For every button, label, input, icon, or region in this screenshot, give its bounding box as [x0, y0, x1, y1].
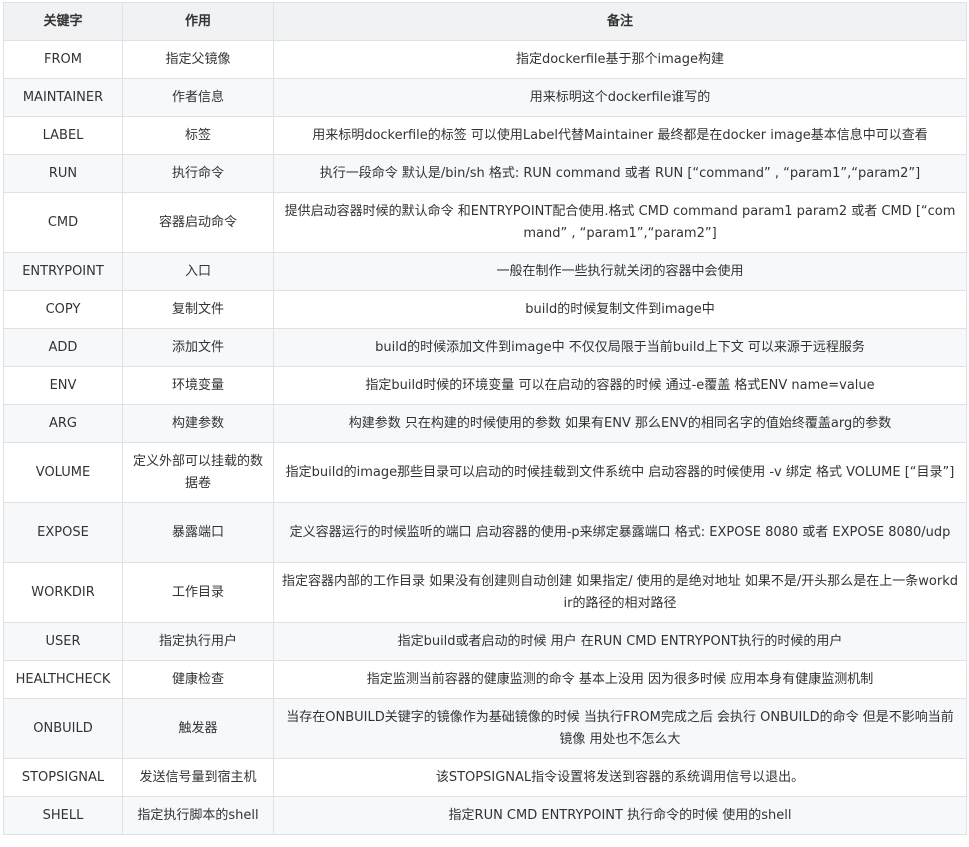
- cell-purpose: 暴露端口: [122, 502, 274, 563]
- cell-note: 定义容器运行的时候监听的端口 启动容器的使用-p来绑定暴露端口 格式: EXPO…: [273, 502, 967, 563]
- cell-keyword: CMD: [3, 192, 123, 253]
- cell-note: 用来标明dockerfile的标签 可以使用Label代替Maintainer …: [273, 116, 967, 155]
- cell-keyword: ENTRYPOINT: [3, 252, 123, 291]
- cell-purpose: 作者信息: [122, 78, 274, 117]
- cell-purpose: 发送信号量到宿主机: [122, 758, 274, 797]
- cell-keyword: SHELL: [3, 796, 123, 835]
- table-row: ENV 环境变量 指定build时候的环境变量 可以在启动的容器的时候 通过-e…: [3, 366, 967, 405]
- cell-purpose: 工作目录: [122, 562, 274, 623]
- cell-purpose: 环境变量: [122, 366, 274, 405]
- cell-note: 指定build时候的环境变量 可以在启动的容器的时候 通过-e覆盖 格式ENV …: [273, 366, 967, 405]
- table-row: HEALTHCHECK 健康检查 指定监测当前容器的健康监测的命令 基本上没用 …: [3, 660, 967, 699]
- table-row: MAINTAINER 作者信息 用来标明这个dockerfile谁写的: [3, 78, 967, 117]
- table-row: ONBUILD 触发器 当存在ONBUILD关键字的镜像作为基础镜像的时候 当执…: [3, 698, 967, 759]
- cell-note: 构建参数 只在构建的时候使用的参数 如果有ENV 那么ENV的相同名字的值始终覆…: [273, 404, 967, 443]
- cell-keyword: COPY: [3, 290, 123, 329]
- dockerfile-keyword-table: 关键字 作用 备注 FROM 指定父镜像 指定dockerfile基于那个ima…: [3, 2, 967, 835]
- cell-note: 该STOPSIGNAL指令设置将发送到容器的系统调用信号以退出。: [273, 758, 967, 797]
- cell-note: 执行一段命令 默认是/bin/sh 格式: RUN command 或者 RUN…: [273, 154, 967, 193]
- cell-keyword: MAINTAINER: [3, 78, 123, 117]
- table-row: WORKDIR 工作目录 指定容器内部的工作目录 如果没有创建则自动创建 如果指…: [3, 562, 967, 623]
- table-row: SHELL 指定执行脚本的shell 指定RUN CMD ENTRYPOINT …: [3, 796, 967, 835]
- cell-note: 指定dockerfile基于那个image构建: [273, 40, 967, 79]
- cell-note: 指定build或者启动的时候 用户 在RUN CMD ENTRYPONT执行的时…: [273, 622, 967, 661]
- cell-keyword: HEALTHCHECK: [3, 660, 123, 699]
- cell-note: 指定RUN CMD ENTRYPOINT 执行命令的时候 使用的shell: [273, 796, 967, 835]
- table-row: CMD 容器启动命令 提供启动容器时候的默认命令 和ENTRYPOINT配合使用…: [3, 192, 967, 253]
- cell-purpose: 健康检查: [122, 660, 274, 699]
- cell-keyword: USER: [3, 622, 123, 661]
- cell-note: 指定监测当前容器的健康监测的命令 基本上没用 因为很多时候 应用本身有健康监测机…: [273, 660, 967, 699]
- cell-note: 提供启动容器时候的默认命令 和ENTRYPOINT配合使用.格式 CMD com…: [273, 192, 967, 253]
- cell-keyword: LABEL: [3, 116, 123, 155]
- header-note: 备注: [273, 2, 967, 41]
- cell-purpose: 构建参数: [122, 404, 274, 443]
- cell-keyword: ADD: [3, 328, 123, 367]
- cell-purpose: 容器启动命令: [122, 192, 274, 253]
- cell-purpose: 触发器: [122, 698, 274, 759]
- table-row: EXPOSE 暴露端口 定义容器运行的时候监听的端口 启动容器的使用-p来绑定暴…: [3, 502, 967, 563]
- table-row: ARG 构建参数 构建参数 只在构建的时候使用的参数 如果有ENV 那么ENV的…: [3, 404, 967, 443]
- cell-note: 当存在ONBUILD关键字的镜像作为基础镜像的时候 当执行FROM完成之后 会执…: [273, 698, 967, 759]
- cell-purpose: 指定执行用户: [122, 622, 274, 661]
- cell-keyword: ENV: [3, 366, 123, 405]
- header-purpose: 作用: [122, 2, 274, 41]
- cell-keyword: STOPSIGNAL: [3, 758, 123, 797]
- cell-keyword: ONBUILD: [3, 698, 123, 759]
- table-row: ADD 添加文件 build的时候添加文件到image中 不仅仅局限于当前bui…: [3, 328, 967, 367]
- cell-note: 用来标明这个dockerfile谁写的: [273, 78, 967, 117]
- cell-purpose: 添加文件: [122, 328, 274, 367]
- cell-purpose: 定义外部可以挂载的数据卷: [122, 442, 274, 503]
- cell-purpose: 指定执行脚本的shell: [122, 796, 274, 835]
- table-row: LABEL 标签 用来标明dockerfile的标签 可以使用Label代替Ma…: [3, 116, 967, 155]
- cell-note: build的时候添加文件到image中 不仅仅局限于当前build上下文 可以来…: [273, 328, 967, 367]
- table-row: ENTRYPOINT 入口 一般在制作一些执行就关闭的容器中会使用: [3, 252, 967, 291]
- cell-purpose: 复制文件: [122, 290, 274, 329]
- cell-keyword: ARG: [3, 404, 123, 443]
- cell-note: 指定容器内部的工作目录 如果没有创建则自动创建 如果指定/ 使用的是绝对地址 如…: [273, 562, 967, 623]
- table-row: RUN 执行命令 执行一段命令 默认是/bin/sh 格式: RUN comma…: [3, 154, 967, 193]
- cell-keyword: EXPOSE: [3, 502, 123, 563]
- cell-keyword: RUN: [3, 154, 123, 193]
- cell-keyword: FROM: [3, 40, 123, 79]
- table-row: USER 指定执行用户 指定build或者启动的时候 用户 在RUN CMD E…: [3, 622, 967, 661]
- table-header-row: 关键字 作用 备注: [3, 2, 967, 41]
- cell-note: 一般在制作一些执行就关闭的容器中会使用: [273, 252, 967, 291]
- cell-keyword: VOLUME: [3, 442, 123, 503]
- header-keyword: 关键字: [3, 2, 123, 41]
- cell-purpose: 执行命令: [122, 154, 274, 193]
- cell-purpose: 指定父镜像: [122, 40, 274, 79]
- table-row: COPY 复制文件 build的时候复制文件到image中: [3, 290, 967, 329]
- cell-note: 指定build的image那些目录可以启动的时候挂载到文件系统中 启动容器的时候…: [273, 442, 967, 503]
- table-row: FROM 指定父镜像 指定dockerfile基于那个image构建: [3, 40, 967, 79]
- cell-note: build的时候复制文件到image中: [273, 290, 967, 329]
- cell-keyword: WORKDIR: [3, 562, 123, 623]
- cell-purpose: 入口: [122, 252, 274, 291]
- table-row: STOPSIGNAL 发送信号量到宿主机 该STOPSIGNAL指令设置将发送到…: [3, 758, 967, 797]
- cell-purpose: 标签: [122, 116, 274, 155]
- table-row: VOLUME 定义外部可以挂载的数据卷 指定build的image那些目录可以启…: [3, 442, 967, 503]
